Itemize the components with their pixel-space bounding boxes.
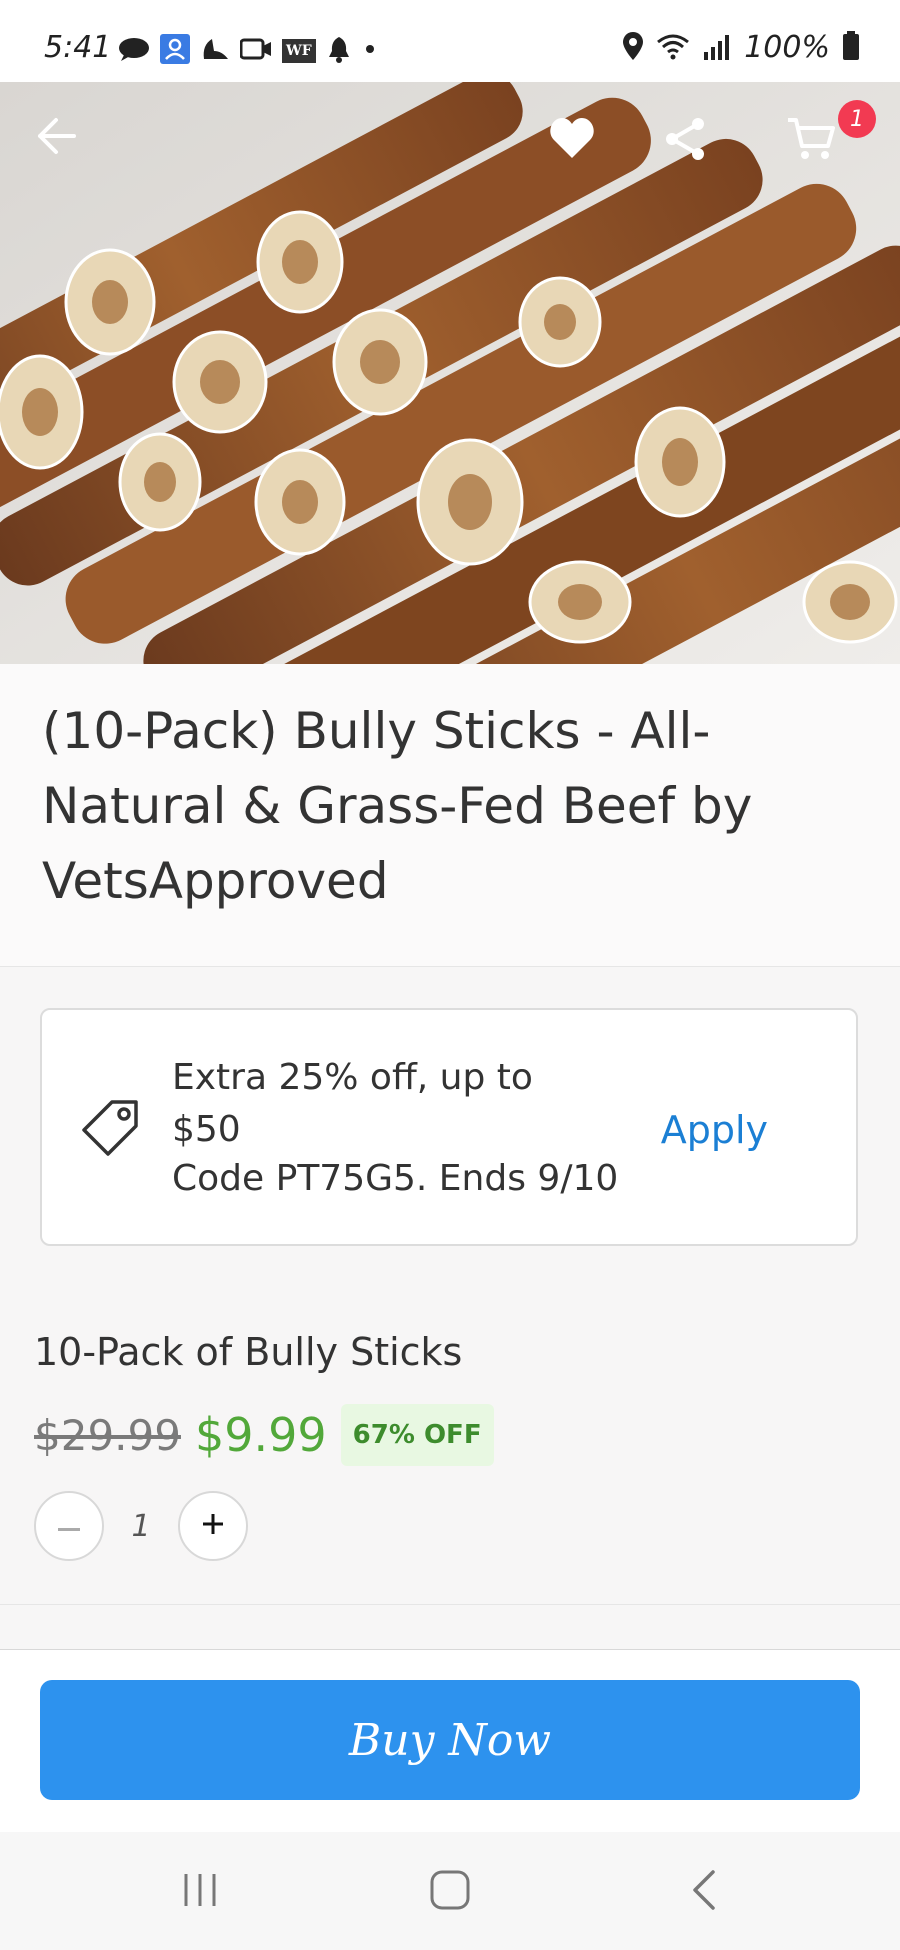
- home-button[interactable]: [420, 1862, 480, 1922]
- sale-price: $9.99: [194, 1408, 327, 1462]
- notification-icons: WF: [118, 34, 378, 68]
- status-time: 5:41: [44, 30, 112, 65]
- wf-icon: WF: [282, 39, 316, 63]
- promo-code-text: Code PT75G5. Ends 9/10: [172, 1158, 619, 1199]
- section-divider: [0, 1604, 900, 1605]
- product-title-section: (10-Pack) Bully Sticks - All-Natural & G…: [0, 664, 900, 967]
- location-icon: [622, 31, 644, 65]
- decrease-quantity-button[interactable]: [34, 1491, 104, 1561]
- system-nav-bar: [0, 1832, 900, 1950]
- dot-icon: [362, 41, 378, 61]
- price-row: $29.99 $9.99 67% OFF: [34, 1404, 494, 1466]
- quantity-value: 1: [131, 1508, 151, 1544]
- chevron-left-icon: [689, 1868, 719, 1916]
- recent-apps-button[interactable]: [170, 1862, 230, 1922]
- wifi-icon: [656, 32, 690, 64]
- tag-icon: [82, 1098, 140, 1160]
- cart-count-badge: 1: [838, 100, 876, 138]
- buy-now-button[interactable]: Buy Now: [40, 1680, 860, 1800]
- share-button[interactable]: [662, 116, 732, 186]
- option-title: 10-Pack of Bully Sticks: [34, 1330, 463, 1374]
- promo-headline: Extra 25% off, up to $50: [172, 1057, 533, 1150]
- home-icon: [429, 1869, 471, 1915]
- discount-badge: 67% OFF: [340, 1404, 494, 1466]
- system-back-button[interactable]: [674, 1862, 734, 1922]
- product-image[interactable]: 1: [0, 82, 900, 664]
- battery-percent: 100%: [744, 30, 830, 65]
- signal-icon: [702, 32, 732, 64]
- promo-card[interactable]: Extra 25% off, up to $50 Code PT75G5. En…: [40, 1008, 858, 1246]
- favorite-button[interactable]: [548, 116, 618, 186]
- battery-icon: [842, 30, 860, 65]
- product-title: (10-Pack) Bully Sticks - All-Natural & G…: [42, 702, 753, 910]
- bully-sticks-photo: [0, 82, 900, 664]
- plus-icon: [201, 1512, 225, 1540]
- original-price: $29.99: [34, 1410, 181, 1460]
- video-icon: [239, 36, 272, 66]
- bell-icon: [326, 35, 352, 67]
- increase-quantity-button[interactable]: [178, 1491, 248, 1561]
- user-card-icon: [160, 34, 190, 68]
- chat-bubble-icon: [118, 36, 150, 66]
- buy-panel: Buy Now: [0, 1649, 900, 1833]
- back-button[interactable]: [34, 116, 104, 186]
- apply-button[interactable]: Apply: [661, 1108, 768, 1152]
- status-icons: 100%: [622, 30, 860, 65]
- recent-apps-icon: [180, 1870, 220, 1914]
- status-bar: 5:41 WF 100%: [0, 0, 900, 82]
- quantity-stepper: 1: [34, 1491, 248, 1561]
- minus-icon: [58, 1517, 80, 1536]
- alert-icon: [200, 35, 230, 67]
